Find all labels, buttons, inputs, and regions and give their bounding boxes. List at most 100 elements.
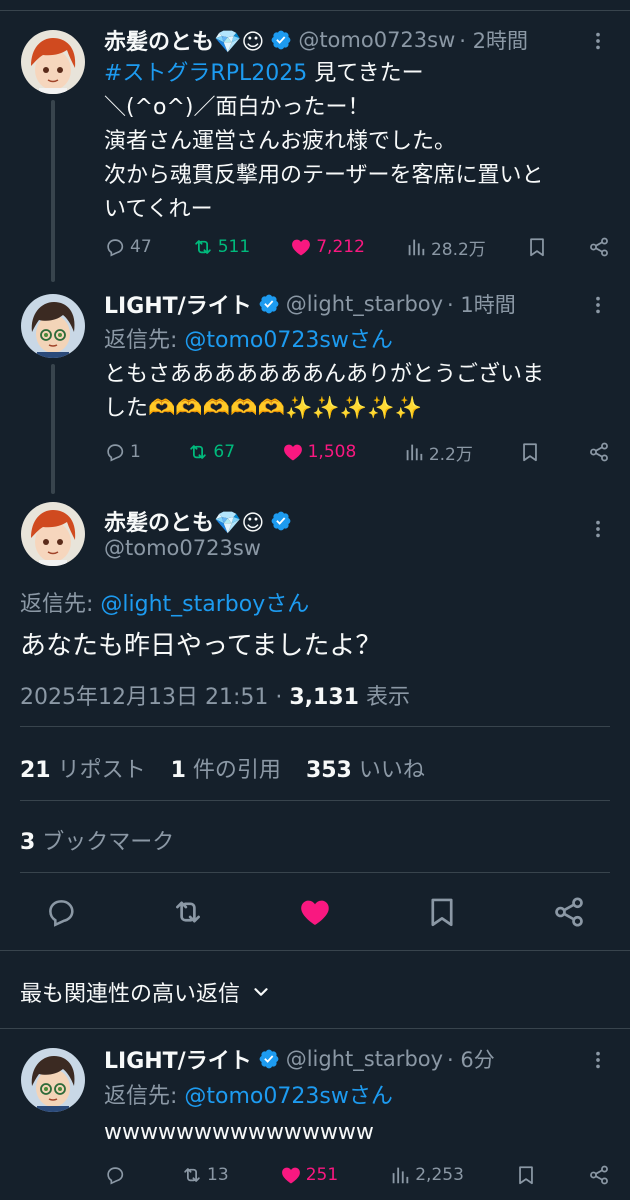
reply-to-line: 返信先: @tomo0723swさん bbox=[104, 322, 393, 354]
divider bbox=[20, 872, 610, 873]
avatar[interactable] bbox=[21, 502, 85, 566]
share-button[interactable] bbox=[588, 236, 610, 258]
bookmark-button[interactable] bbox=[515, 1164, 537, 1186]
reply-to-prefix: 返信先: bbox=[104, 328, 185, 353]
share-icon[interactable] bbox=[552, 895, 586, 929]
retweet-icon[interactable] bbox=[171, 895, 205, 929]
user-handle[interactable]: @tomo0723sw bbox=[104, 536, 261, 560]
views-icon bbox=[389, 1164, 411, 1186]
tweet-actions: 1 67 1,508 2.2万 bbox=[104, 437, 610, 467]
reply-icon bbox=[104, 441, 126, 463]
views-icon bbox=[405, 236, 427, 258]
top-divider bbox=[0, 10, 630, 11]
reply-to-link[interactable]: @tomo0723swさん bbox=[184, 328, 392, 353]
avatar-image bbox=[21, 1048, 85, 1112]
retweet-button[interactable]: 13 bbox=[181, 1164, 229, 1186]
main-tweet-actions bbox=[20, 890, 610, 934]
verified-icon bbox=[270, 510, 292, 532]
display-name[interactable]: LIGHT/ライト bbox=[104, 288, 252, 320]
display-name[interactable]: LIGHT/ライト bbox=[104, 1043, 252, 1075]
reply-button[interactable] bbox=[104, 1164, 130, 1186]
tweet-actions: 13 251 2,253 bbox=[104, 1160, 610, 1190]
bookmarks-label: ブックマーク bbox=[35, 830, 175, 855]
tweet-header: LIGHT/ライト @light_starboy · 6分 bbox=[104, 1043, 495, 1075]
reply-to-link[interactable]: @light_starboyさん bbox=[100, 592, 309, 617]
main-tweet-text: あなたも昨日やってましたよ？ bbox=[20, 631, 382, 661]
views-button[interactable]: 2,253 bbox=[389, 1164, 464, 1186]
like-button[interactable]: 7,212 bbox=[290, 236, 365, 258]
reply-to-prefix: 返信先: bbox=[104, 1084, 185, 1109]
timestamp[interactable]: · 1時間 bbox=[447, 289, 516, 319]
bookmark-icon[interactable] bbox=[425, 895, 459, 929]
verified-icon bbox=[258, 1048, 280, 1070]
bookmark-button[interactable] bbox=[526, 236, 548, 258]
thread-line bbox=[51, 100, 55, 282]
more-options-icon[interactable] bbox=[583, 514, 613, 544]
reply-icon bbox=[104, 236, 126, 258]
reply-to-line: 返信先: @light_starboyさん bbox=[20, 586, 309, 618]
share-icon bbox=[588, 1164, 610, 1186]
share-button[interactable] bbox=[588, 441, 610, 463]
more-options-icon[interactable] bbox=[583, 26, 613, 56]
view-count: 3,131 bbox=[289, 685, 359, 710]
more-options-icon[interactable] bbox=[583, 290, 613, 320]
divider bbox=[20, 800, 610, 801]
tweet-text: ともさあああああああんありがとうございま した🫶🫶🫶🫶🫶✨✨✨✨✨ bbox=[104, 362, 545, 421]
bookmark-button[interactable] bbox=[519, 441, 541, 463]
heart-icon bbox=[290, 236, 312, 258]
verified-icon bbox=[258, 293, 280, 315]
quotes-stat[interactable]: 1 件の引用 bbox=[171, 758, 281, 783]
bookmarks-count: 3 bbox=[20, 830, 36, 855]
bookmarks-stat[interactable]: 3 ブックマーク bbox=[20, 824, 174, 856]
tweet-metadata: 2025年12月13日 21:51 · 3,131 表示 bbox=[20, 679, 410, 711]
sort-label: 最も関連性の高い返信 bbox=[20, 982, 241, 1007]
reply-to-link[interactable]: @tomo0723swさん bbox=[184, 1084, 392, 1109]
avatar[interactable] bbox=[21, 1048, 85, 1112]
reposts-stat[interactable]: 21 リポスト bbox=[20, 758, 146, 783]
divider bbox=[0, 950, 630, 951]
reply-button[interactable]: 1 bbox=[104, 441, 141, 463]
like-button[interactable]: 1,508 bbox=[282, 441, 357, 463]
retweet-count: 511 bbox=[217, 237, 251, 257]
bookmark-icon bbox=[519, 441, 541, 463]
views-button[interactable]: 28.2万 bbox=[405, 235, 486, 260]
share-button[interactable] bbox=[588, 1164, 610, 1186]
like-count: 1,508 bbox=[307, 442, 357, 462]
retweet-icon bbox=[181, 1164, 203, 1186]
timestamp[interactable]: · 6分 bbox=[447, 1044, 495, 1074]
heart-icon[interactable] bbox=[298, 895, 332, 929]
avatar[interactable] bbox=[21, 294, 85, 358]
like-count: 7,212 bbox=[316, 237, 365, 257]
tweet-text: #ストグラRPL2025 見てきたー ＼(^o^)／面白かったー！ 演者さん運営… bbox=[104, 57, 614, 227]
tweet-actions: 47 511 7,212 28.2万 bbox=[104, 232, 610, 262]
display-name[interactable]: 赤髪のとも💎☺ bbox=[104, 24, 264, 56]
retweet-button[interactable]: 511 bbox=[192, 236, 250, 258]
more-options-icon[interactable] bbox=[583, 1045, 613, 1075]
divider bbox=[0, 1028, 630, 1029]
likes-stat[interactable]: 353 いいね bbox=[306, 758, 425, 783]
retweet-count: 13 bbox=[207, 1165, 229, 1185]
avatar-image bbox=[21, 502, 85, 566]
like-button[interactable]: 251 bbox=[280, 1164, 338, 1186]
thread-line bbox=[51, 364, 55, 494]
retweet-icon bbox=[192, 236, 214, 258]
hashtag-link[interactable]: #ストグラRPL2025 bbox=[104, 61, 307, 86]
tweet-header: LIGHT/ライト @light_starboy · 1時間 bbox=[104, 288, 516, 320]
reply-sort-selector[interactable]: 最も関連性の高い返信 bbox=[20, 976, 272, 1008]
divider bbox=[20, 726, 610, 727]
user-handle[interactable]: @tomo0723sw bbox=[298, 28, 455, 52]
display-name[interactable]: 赤髪のとも💎☺ bbox=[104, 505, 264, 537]
reply-icon bbox=[104, 1164, 126, 1186]
tweet-text: wwwwwwwwwwwwwww bbox=[104, 1120, 374, 1145]
reply-icon[interactable] bbox=[44, 895, 78, 929]
reply-button[interactable]: 47 bbox=[104, 236, 152, 258]
timestamp[interactable]: · 2時間 bbox=[459, 25, 528, 55]
avatar[interactable] bbox=[21, 30, 85, 94]
bookmark-icon bbox=[526, 236, 548, 258]
tweet-datetime[interactable]: 2025年12月13日 21:51 · bbox=[20, 685, 289, 710]
reply-count: 47 bbox=[130, 237, 152, 257]
views-button[interactable]: 2.2万 bbox=[403, 440, 473, 465]
retweet-button[interactable]: 67 bbox=[187, 441, 235, 463]
user-handle[interactable]: @light_starboy bbox=[286, 292, 443, 316]
user-handle[interactable]: @light_starboy bbox=[286, 1047, 443, 1071]
